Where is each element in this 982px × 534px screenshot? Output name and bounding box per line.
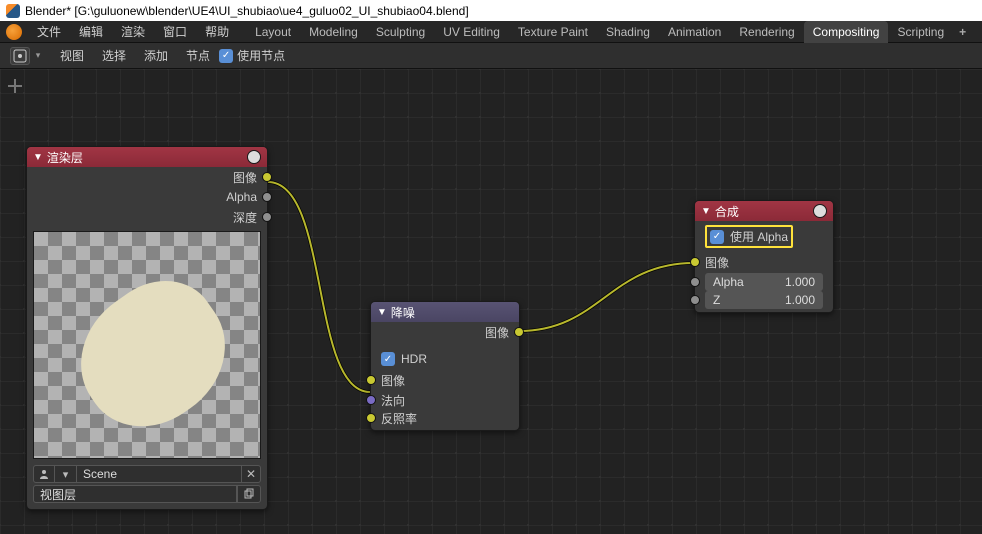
preview-dot-icon[interactable] [813, 204, 827, 218]
top-menu-bar: 文件 编辑 渲染 窗口 帮助 Layout Modeling Sculpting… [0, 21, 982, 43]
node-denoise[interactable]: ▼ 降噪 图像 ✓ HDR 图像 法向 反照率 [370, 301, 520, 431]
socket-dot[interactable] [262, 172, 272, 182]
blender-icon [6, 4, 20, 18]
scene-row: ▾ Scene ✕ [33, 465, 261, 483]
socket-label: 反照率 [381, 410, 417, 427]
z-slider[interactable]: Z 1.000 [705, 291, 823, 309]
render-preview-figure [54, 259, 251, 452]
collapse-icon[interactable]: ▼ [33, 152, 43, 163]
socket-image-out[interactable]: 图像 [371, 322, 519, 342]
hdr-row[interactable]: ✓ HDR [371, 348, 519, 370]
socket-label: 图像 [485, 324, 509, 341]
socket-label: Alpha [226, 190, 257, 204]
tab-add[interactable]: + [953, 21, 972, 43]
node-editor[interactable]: ▼ 渲染层 图像 Alpha 深度 [0, 69, 982, 534]
slider-label: Z [705, 293, 728, 307]
blender-main: 文件 编辑 渲染 窗口 帮助 Layout Modeling Sculpting… [0, 21, 982, 534]
socket-label: 图像 [705, 254, 729, 271]
node-composite[interactable]: ▼ 合成 ✓ 使用 Alpha 图像 Alpha 1.000 [694, 200, 834, 313]
socket-image-in[interactable]: 图像 [695, 252, 833, 272]
node-editor-header: ▾ 视图 选择 添加 节点 ✓ 使用节点 [0, 43, 982, 69]
chevron-down-icon[interactable]: ▾ [55, 465, 77, 483]
node-title: 渲染层 [47, 149, 247, 166]
socket-dot[interactable] [690, 257, 700, 267]
tab-compositing[interactable]: Compositing [804, 21, 889, 43]
socket-dot[interactable] [690, 295, 700, 305]
socket-label: 法向 [381, 392, 405, 409]
socket-dot[interactable] [262, 212, 272, 222]
socket-depth-out[interactable]: 深度 [27, 207, 267, 227]
menu-window[interactable]: 窗口 [154, 19, 196, 44]
node-title: 降噪 [391, 304, 513, 321]
use-nodes-label: 使用节点 [237, 47, 285, 64]
socket-dot[interactable] [366, 395, 376, 405]
socket-alpha-out[interactable]: Alpha [27, 187, 267, 207]
socket-label: 图像 [233, 169, 257, 186]
socket-dot[interactable] [690, 277, 700, 287]
menu-select[interactable]: 选择 [93, 43, 135, 68]
tab-shading[interactable]: Shading [597, 21, 659, 43]
socket-dot[interactable] [514, 327, 524, 337]
editor-type-icon[interactable] [10, 47, 30, 65]
clear-scene-button[interactable]: ✕ [241, 465, 261, 483]
collapse-icon[interactable]: ▼ [701, 206, 711, 217]
chevron-down-icon[interactable]: ▾ [33, 51, 43, 61]
window-titlebar: Blender* [G:\guluonew\blender\UE4\UI_shu… [0, 0, 982, 21]
menu-add[interactable]: 添加 [135, 43, 177, 68]
use-nodes-checkbox[interactable]: ✓ [219, 49, 233, 63]
socket-label: 深度 [233, 209, 257, 226]
tab-texturepaint[interactable]: Texture Paint [509, 21, 597, 43]
workspace-tabs: Layout Modeling Sculpting UV Editing Tex… [246, 21, 972, 43]
menu-edit[interactable]: 编辑 [70, 19, 112, 44]
slider-label: Alpha [705, 275, 752, 289]
hdr-label: HDR [401, 352, 427, 366]
highlight-annotation: ✓ 使用 Alpha [705, 225, 793, 248]
socket-z-in[interactable]: Z 1.000 [695, 292, 833, 312]
use-alpha-checkbox[interactable]: ✓ [710, 230, 724, 244]
alpha-slider[interactable]: Alpha 1.000 [705, 273, 823, 291]
menu-render[interactable]: 渲染 [112, 19, 154, 44]
use-alpha-row[interactable]: ✓ 使用 Alpha [695, 221, 833, 252]
socket-albedo-in[interactable]: 反照率 [371, 410, 519, 430]
tab-sculpting[interactable]: Sculpting [367, 21, 434, 43]
node-preview [33, 231, 261, 459]
socket-alpha-in[interactable]: Alpha 1.000 [695, 272, 833, 292]
menu-file[interactable]: 文件 [28, 19, 70, 44]
tab-animation[interactable]: Animation [659, 21, 730, 43]
tab-modeling[interactable]: Modeling [300, 21, 367, 43]
node-header[interactable]: ▼ 合成 [695, 201, 833, 221]
scene-field[interactable]: Scene [77, 465, 241, 483]
socket-dot[interactable] [366, 413, 376, 423]
menu-help[interactable]: 帮助 [196, 19, 238, 44]
menu-view[interactable]: 视图 [51, 43, 93, 68]
socket-dot[interactable] [262, 192, 272, 202]
socket-dot[interactable] [366, 375, 376, 385]
window-title: Blender* [G:\guluonew\blender\UE4\UI_shu… [25, 4, 469, 18]
render-single-button[interactable] [237, 485, 261, 503]
collapse-icon[interactable]: ▼ [377, 307, 387, 318]
socket-label: 图像 [381, 372, 405, 389]
menu-node[interactable]: 节点 [177, 43, 219, 68]
slider-value: 1.000 [777, 293, 823, 307]
hdr-checkbox[interactable]: ✓ [381, 352, 395, 366]
node-title: 合成 [715, 203, 813, 220]
use-alpha-label: 使用 Alpha [730, 228, 788, 245]
socket-image-out[interactable]: 图像 [27, 167, 267, 187]
tab-scripting[interactable]: Scripting [888, 21, 953, 43]
socket-normal-in[interactable]: 法向 [371, 390, 519, 410]
tab-layout[interactable]: Layout [246, 21, 300, 43]
slider-value: 1.000 [777, 275, 823, 289]
viewlayer-row: 视图层 [33, 485, 261, 503]
scene-icon[interactable] [33, 465, 55, 483]
socket-image-in[interactable]: 图像 [371, 370, 519, 390]
viewlayer-field[interactable]: 视图层 [33, 485, 237, 503]
node-header[interactable]: ▼ 渲染层 [27, 147, 267, 167]
tab-rendering[interactable]: Rendering [730, 21, 803, 43]
tab-uvediting[interactable]: UV Editing [434, 21, 509, 43]
blender-logo-icon[interactable] [6, 24, 22, 40]
node-render-layers[interactable]: ▼ 渲染层 图像 Alpha 深度 [26, 146, 268, 510]
node-header[interactable]: ▼ 降噪 [371, 302, 519, 322]
preview-dot-icon[interactable] [247, 150, 261, 164]
backdrop-origin-icon [8, 79, 22, 93]
